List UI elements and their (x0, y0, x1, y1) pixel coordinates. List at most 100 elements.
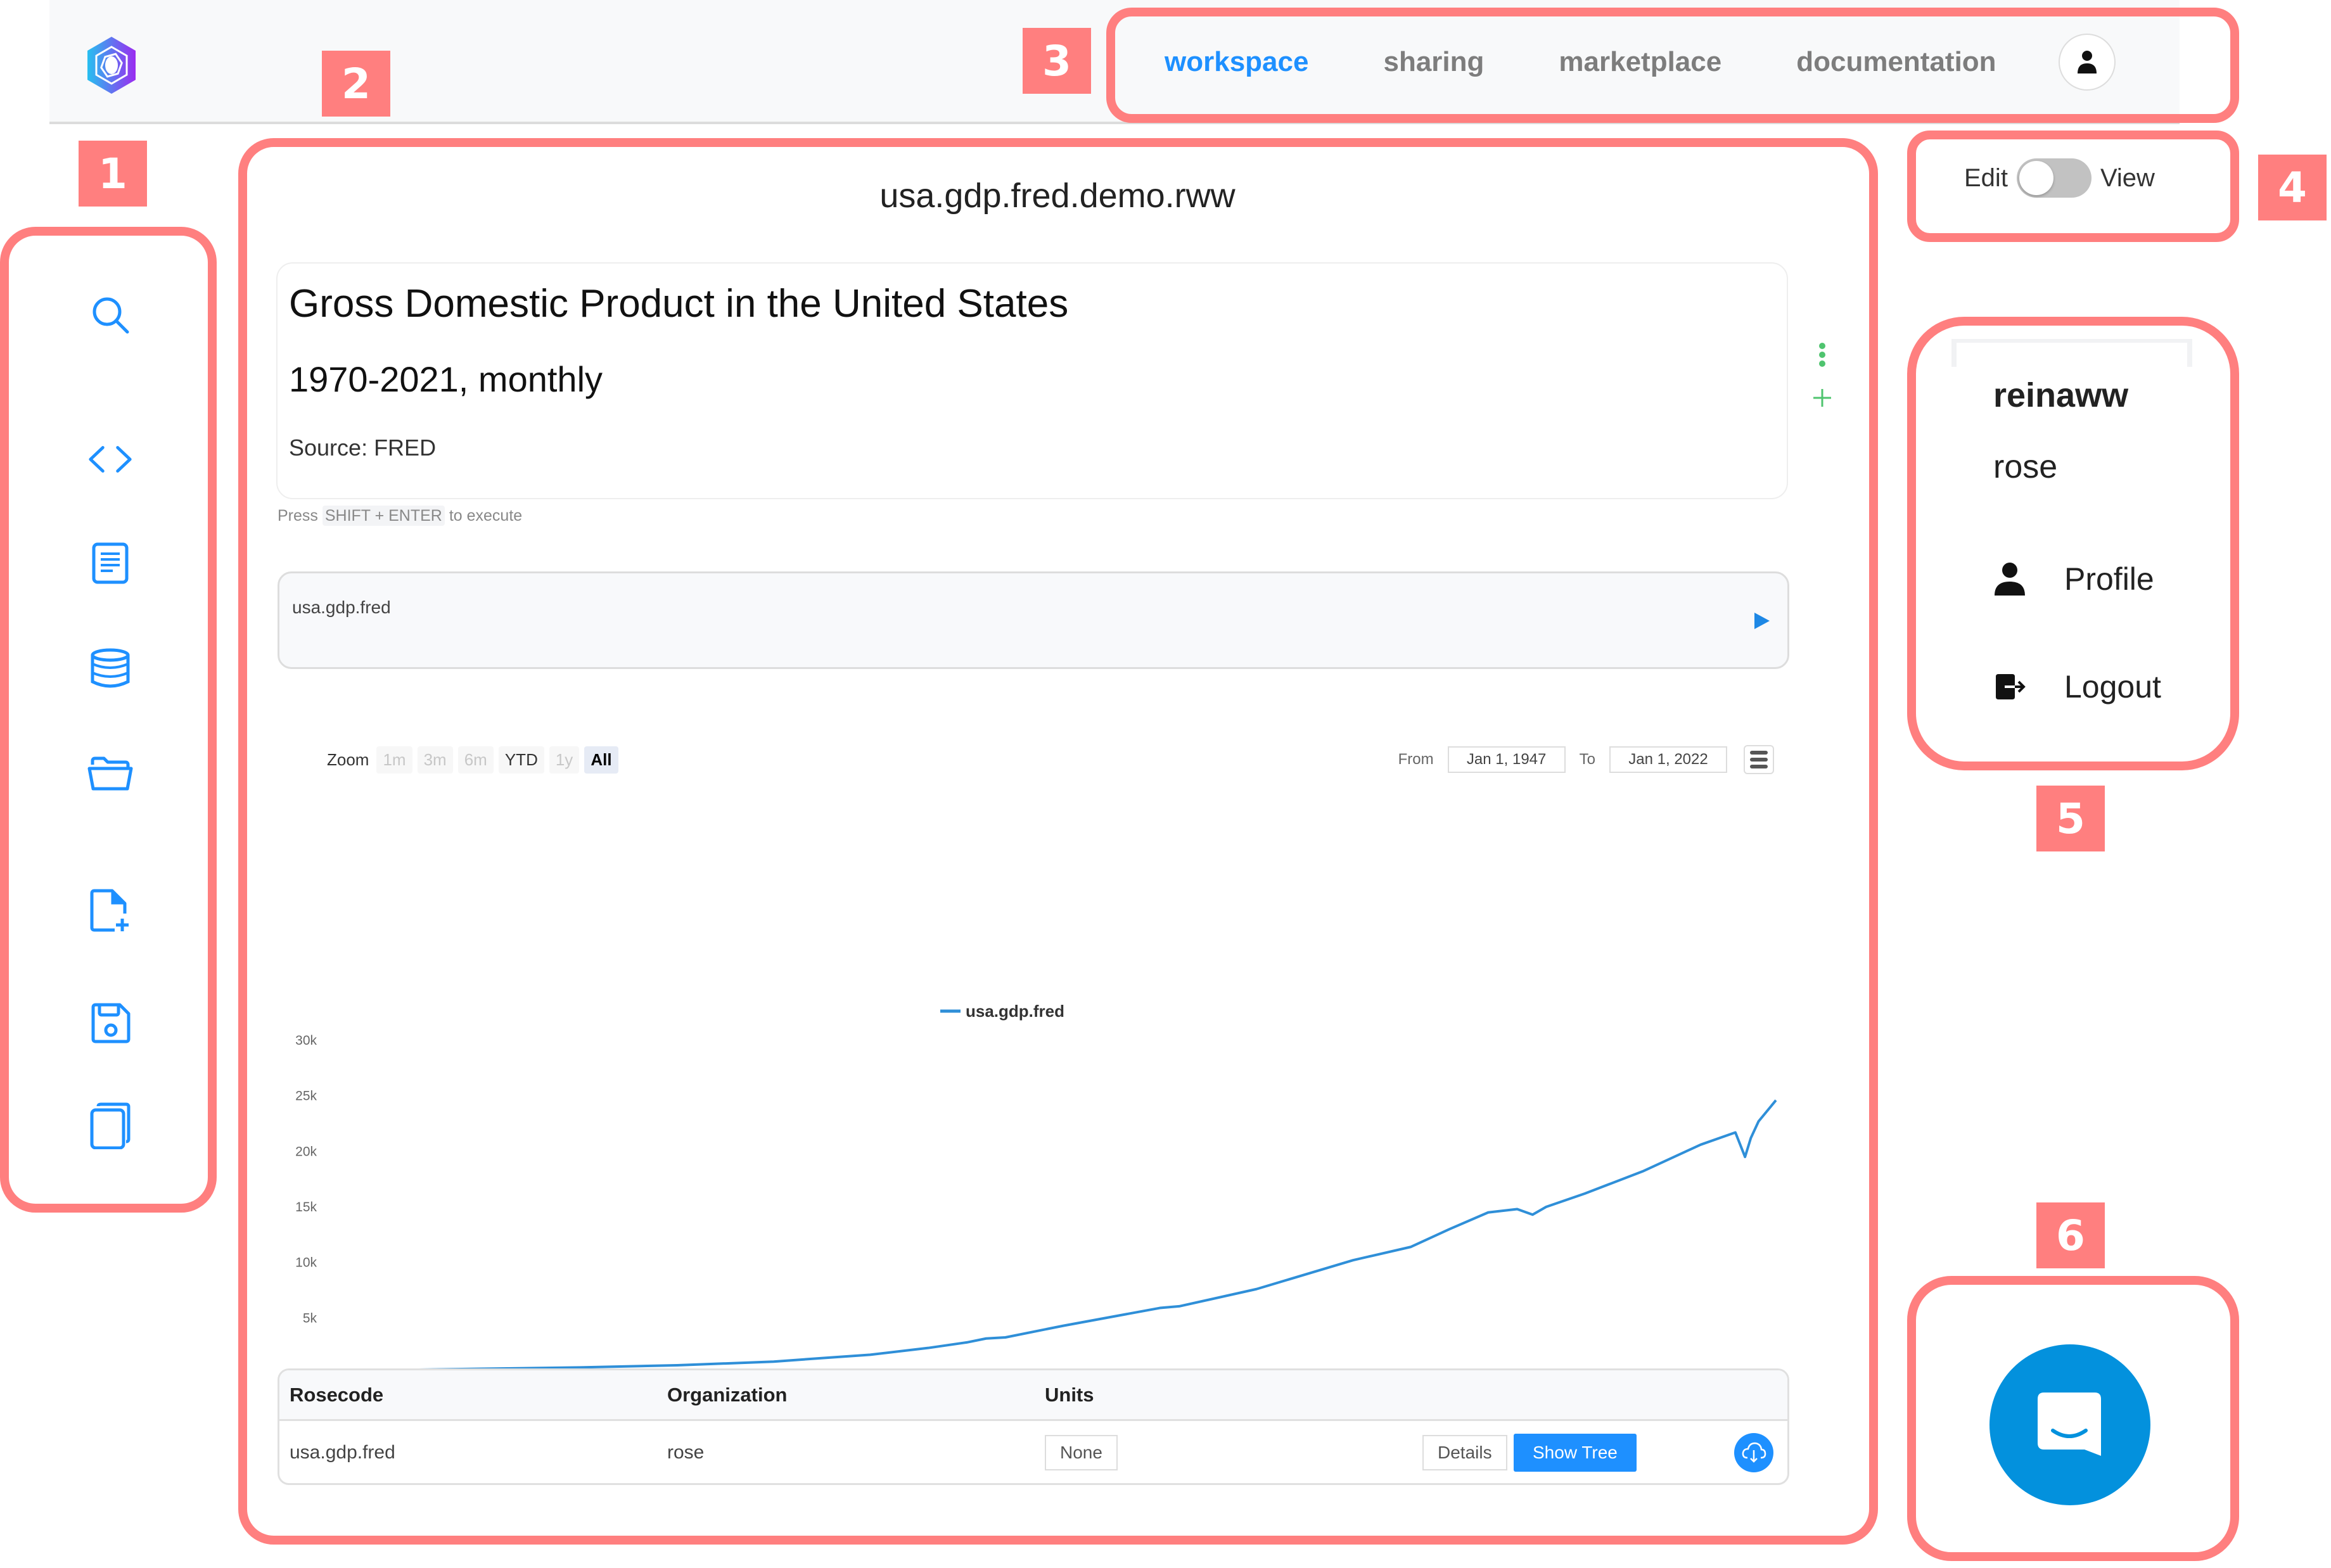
execute-hint: Press SHIFT + ENTER to execute (278, 506, 523, 526)
show-tree-button[interactable]: Show Tree (1514, 1434, 1637, 1472)
code-button[interactable] (86, 435, 135, 484)
nav-marketplace[interactable]: marketplace (1559, 46, 1721, 78)
callout-badge-3: 3 (1023, 28, 1091, 94)
folder-open-icon (87, 756, 133, 791)
from-label: From (1398, 751, 1434, 768)
legend-label: usa.gdp.fred (966, 1002, 1064, 1021)
nav-sharing[interactable]: sharing (1383, 46, 1484, 78)
app-logo[interactable] (86, 37, 137, 94)
header-organization: Organization (667, 1383, 788, 1406)
nav-workspace[interactable]: workspace (1165, 46, 1308, 78)
chat-widget-button[interactable] (1989, 1344, 2150, 1505)
zoom-label: Zoom (327, 750, 369, 769)
profile-menu-item[interactable]: Profile (1993, 561, 2154, 597)
date-range-inputs: From Jan 1, 1947 To Jan 1, 2022 (1398, 746, 1727, 773)
range-ytd-button[interactable]: YTD (498, 746, 544, 774)
header-rosecode: Rosecode (290, 1383, 384, 1406)
table-header: Rosecode Organization Units (279, 1370, 1787, 1421)
user-icon (2077, 51, 2097, 73)
cloud-download-icon (1742, 1442, 1766, 1463)
save-button[interactable] (86, 998, 135, 1048)
hamburger-icon (1750, 751, 1768, 755)
user-icon (1995, 563, 2025, 596)
code-cell-input[interactable]: usa.gdp.fred (278, 571, 1789, 669)
range-1m-button[interactable]: 1m (376, 746, 412, 774)
chat-bubble-smile-icon (2038, 1393, 2101, 1456)
file-title: usa.gdp.fred.demo.rww (879, 177, 1236, 215)
copy-icon (90, 1102, 131, 1149)
run-cell-icon[interactable] (1751, 610, 1772, 632)
document-button[interactable] (86, 539, 135, 588)
header-units: Units (1045, 1383, 1094, 1406)
dropdown-top-edge (1951, 339, 2192, 367)
logout-icon (1996, 674, 2026, 699)
series-line-usa-gdp-fred (329, 1099, 1777, 1372)
database-icon (91, 648, 130, 688)
search-icon (93, 297, 129, 334)
markdown-heading: Gross Domestic Product in the United Sta… (289, 282, 1069, 326)
range-all-button[interactable]: All (584, 746, 618, 774)
new-file-button[interactable] (86, 886, 135, 935)
left-toolbar (0, 227, 217, 1213)
switch-knob (2019, 161, 2053, 195)
logout-label: Logout (2064, 669, 2161, 704)
logout-menu-item[interactable]: Logout (1993, 668, 2161, 705)
search-button[interactable] (86, 290, 135, 340)
callout-badge-2: 2 (322, 51, 390, 117)
user-dropdown-menu: reinaww rose Profile Logout (1951, 339, 2192, 744)
add-cell-icon[interactable] (1810, 385, 1835, 411)
markdown-subheading: 1970-2021, monthly (289, 359, 603, 399)
callout-badge-6: 6 (2036, 1202, 2105, 1268)
markdown-source: Source: FRED (289, 435, 437, 461)
range-selector: Zoom 1m 3m 6m YTD 1y All (327, 746, 618, 774)
y-tick-label: 10k (295, 1256, 317, 1270)
download-button[interactable] (1734, 1433, 1773, 1472)
cell-actions (1810, 341, 1835, 411)
code-icon (89, 446, 132, 473)
view-label: View (2100, 163, 2155, 192)
chart-export-menu-button[interactable] (1744, 745, 1774, 774)
units-select[interactable]: None (1045, 1435, 1118, 1470)
main-navigation: workspace sharing marketplace documentat… (1165, 0, 2116, 124)
edit-view-toggle: Edit View (1964, 158, 2155, 198)
to-label: To (1579, 751, 1595, 768)
series-table: Rosecode Organization Units usa.gdp.fred… (278, 1368, 1789, 1485)
y-tick-label: 20k (295, 1144, 317, 1159)
cell-organization: rose (667, 1442, 705, 1463)
document-icon (92, 542, 129, 584)
hint-keys: SHIFT + ENTER (322, 506, 445, 526)
details-button[interactable]: Details (1422, 1435, 1507, 1470)
range-6m-button[interactable]: 6m (457, 746, 494, 774)
username: reinaww (1993, 376, 2129, 414)
callout-badge-1: 1 (79, 141, 147, 207)
to-date-input[interactable]: Jan 1, 2022 (1609, 746, 1727, 773)
account-avatar-button[interactable] (2058, 34, 2116, 91)
callout-badge-5: 5 (2036, 786, 2105, 851)
edit-label: Edit (1964, 163, 2008, 192)
from-date-input[interactable]: Jan 1, 1947 (1447, 746, 1566, 773)
new-file-icon (90, 889, 129, 932)
save-icon (91, 1003, 131, 1043)
mode-switch[interactable] (2016, 158, 2092, 198)
hint-prefix: Press (278, 507, 318, 525)
nav-documentation[interactable]: documentation (1796, 46, 1996, 78)
range-1y-button[interactable]: 1y (549, 746, 580, 774)
copy-button[interactable] (86, 1101, 135, 1151)
database-button[interactable] (86, 644, 135, 693)
open-folder-button[interactable] (86, 749, 135, 798)
callout-badge-4: 4 (2258, 155, 2327, 220)
markdown-cell[interactable]: Gross Domestic Product in the United Sta… (276, 262, 1788, 499)
y-tick-label: 15k (295, 1200, 317, 1214)
y-tick-label: 5k (303, 1311, 317, 1325)
code-text[interactable]: usa.gdp.fred (292, 597, 391, 618)
range-3m-button[interactable]: 3m (417, 746, 453, 774)
hint-suffix: to execute (449, 507, 523, 525)
y-tick-label: 30k (295, 1033, 317, 1048)
notebook-panel: usa.gdp.fred.demo.rww Gross Domestic Pro… (245, 144, 1870, 1538)
kebab-menu-icon[interactable] (1810, 341, 1835, 373)
profile-label: Profile (2064, 561, 2154, 597)
cell-rosecode: usa.gdp.fred (290, 1442, 395, 1463)
y-tick-label: 25k (295, 1089, 317, 1104)
table-row: usa.gdp.fred rose None Details Show Tree (279, 1421, 1787, 1483)
user-organization: rose (1993, 449, 2058, 485)
